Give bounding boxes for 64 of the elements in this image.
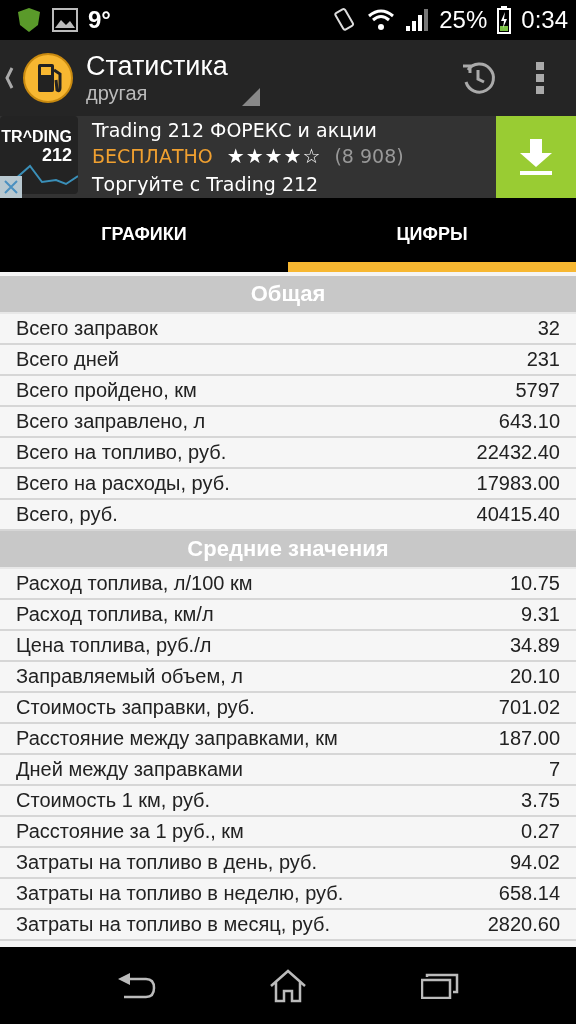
stat-value: 94.02 <box>509 851 560 874</box>
home-icon <box>269 968 307 1003</box>
ad-price: БЕСПЛАТНО <box>92 145 213 167</box>
stat-label: Заправляемый объем, л <box>16 665 243 688</box>
stat-value: 231 <box>526 348 560 371</box>
signal-icon <box>405 8 430 32</box>
filled-star-icon: ★ <box>226 146 245 166</box>
filled-star-icon: ★ <box>283 146 302 166</box>
shield-icon <box>16 7 42 33</box>
stat-label: Всего заправлено, л <box>16 410 206 433</box>
stat-value: 40415.40 <box>476 503 560 526</box>
battery-percent: 25% <box>439 6 488 34</box>
stat-label: Всего пройдено, км <box>16 379 197 402</box>
stat-label: Стоимость заправки, руб. <box>16 696 255 719</box>
review-count: (8 908) <box>334 145 404 167</box>
stat-value: 2820.60 <box>487 913 560 936</box>
stat-value: 187.00 <box>498 727 560 750</box>
stat-value: 5797 <box>515 379 560 402</box>
stat-value: 701.02 <box>498 696 560 719</box>
stat-label: Затраты на топливо в месяц, руб. <box>16 913 330 936</box>
stat-value: 9.31 <box>521 603 560 626</box>
stat-value: 7 <box>548 758 560 781</box>
stat-value: 17983.00 <box>476 472 560 495</box>
stat-label: Всего на расходы, руб. <box>16 472 230 495</box>
stat-label: Затраты на топливо в неделю, руб. <box>16 882 344 905</box>
stat-value: 3.75 <box>521 789 560 812</box>
ad-title: Trading 212 ФОРЕКС и акции <box>92 118 378 142</box>
image-icon <box>52 7 78 33</box>
stat-label: Дней между заправками <box>16 758 243 781</box>
stat-label: Стоимость 1 км, руб. <box>16 789 211 812</box>
empty-star-icon: ☆ <box>302 146 321 166</box>
stat-value: 658.14 <box>498 882 560 905</box>
screen-subtitle: другая <box>86 81 149 105</box>
screen-title: Статистика <box>86 51 228 81</box>
stat-value: 643.10 <box>498 410 560 433</box>
filled-star-icon: ★ <box>245 146 264 166</box>
wifi-icon <box>367 8 396 32</box>
stat-value: 20.10 <box>509 665 560 688</box>
back-icon <box>116 970 156 1001</box>
menu-icon <box>535 61 545 95</box>
stat-label: Расход топлива, км/л <box>16 603 214 626</box>
stat-label: Цена топлива, руб./л <box>16 634 212 657</box>
stat-value: 0.27 <box>521 820 560 843</box>
stat-label: Всего, руб. <box>16 503 118 526</box>
filled-star-icon: ★ <box>264 146 283 166</box>
stat-label: Всего дней <box>16 348 119 371</box>
stat-value: 32 <box>537 317 560 340</box>
ad-app-logo: TR^DING 212 <box>0 116 78 194</box>
stat-label: Расход топлива, л/100 км <box>16 572 253 595</box>
stat-label: Расстояние за 1 руб., км <box>16 820 244 843</box>
ad-text: Торгуйте с Trading 212 <box>92 172 320 196</box>
stat-value: 22432.40 <box>476 441 560 464</box>
history-icon <box>460 60 496 96</box>
stat-label: Всего заправок <box>16 317 158 340</box>
stat-label: Затраты на топливо в день, руб. <box>16 851 318 874</box>
battery-charging-icon <box>497 6 512 34</box>
stat-value: 34.89 <box>509 634 560 657</box>
stat-label: Расстояние между заправками, км <box>16 727 338 750</box>
stat-value: 10.75 <box>509 572 560 595</box>
dropdown-corner-icon <box>241 88 260 106</box>
clock: 0:34 <box>521 6 568 34</box>
stat-label: Всего на топливо, руб. <box>16 441 227 464</box>
temperature-text: 9° <box>88 6 111 34</box>
recent-apps-icon <box>421 972 459 999</box>
